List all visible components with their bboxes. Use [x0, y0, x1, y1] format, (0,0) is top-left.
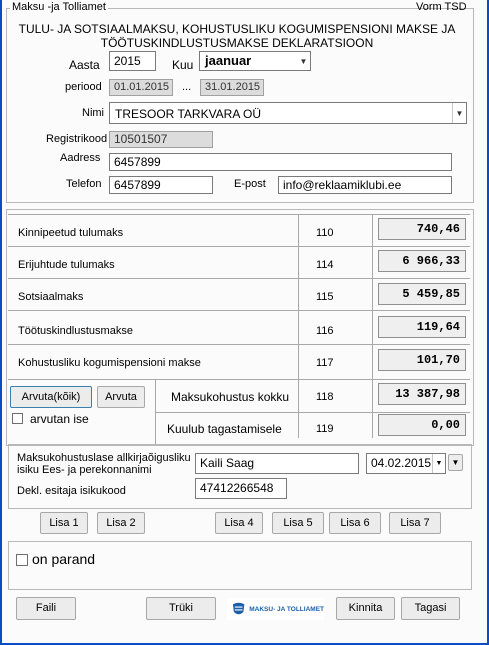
tax-name: Kohustusliku kogumispensioni makse [18, 357, 201, 369]
calculate-self-label: arvutan ise [30, 412, 89, 426]
period-from: 01.01.2015 [109, 79, 173, 96]
phone-label: Telefon [66, 178, 102, 190]
date-dropdown-button[interactable]: ▼ [448, 454, 463, 471]
tax-value: 101,70 [378, 349, 466, 371]
tax-board-logo: MAKSU- JA TOLLIAMET [227, 598, 324, 620]
total-name: Maksukohustus kokku [171, 390, 290, 404]
attachment-button-lisa-2[interactable]: Lisa 2 [97, 512, 145, 534]
form-code: Vorm TSD [416, 1, 467, 13]
attachment-button-lisa-6[interactable]: Lisa 6 [329, 512, 381, 534]
company-name-value: TRESOOR TARKVARA OÜ [115, 107, 262, 121]
email-input[interactable]: info@reklaamiklubi.ee [278, 176, 452, 194]
signer-label-line2: isiku Ees- ja perekonnanimi [17, 464, 152, 476]
confirm-button[interactable]: Kinnita [336, 597, 395, 620]
calculate-all-button[interactable]: Arvuta(kõik) [10, 386, 92, 408]
signer-date-value: 04.02.2015 [371, 456, 432, 470]
form-title-line2: TÖÖTUSKINDLUSTUSMAKSE DEKLARATSIOON [100, 36, 374, 50]
amendment-checkbox[interactable] [16, 554, 28, 566]
total-code: 118 [316, 391, 334, 403]
regcode-label: Registrikood [46, 133, 108, 145]
tsd-form-window: Maksu -ja Tolliamet Vorm TSD TULU- JA SO… [2, 0, 487, 643]
email-label: E-post [234, 178, 266, 190]
refund-name: Kuulub tagastamisele [167, 422, 282, 436]
tax-name: Sotsiaalmaks [18, 291, 84, 303]
chevron-down-icon[interactable]: ▼ [452, 103, 466, 123]
tax-code: 117 [316, 357, 334, 369]
month-value: jaanuar [205, 53, 252, 68]
address-label: Aadress [60, 152, 101, 164]
calculate-self-checkbox[interactable] [12, 413, 23, 424]
attachment-button-lisa-5[interactable]: Lisa 5 [272, 512, 324, 534]
tax-code: 110 [316, 227, 334, 239]
back-button[interactable]: Tagasi [401, 597, 460, 620]
period-separator: ... [182, 81, 192, 93]
period-to: 31.01.2015 [200, 79, 264, 96]
month-label: Kuu [172, 58, 194, 72]
total-divider [298, 412, 470, 413]
print-button[interactable]: Trüki [146, 597, 216, 620]
tax-value: 740,46 [378, 218, 466, 240]
attachment-button-lisa-1[interactable]: Lisa 1 [40, 512, 88, 534]
signer-label-line1: Maksukohustuslase allkirjaõigusliku [17, 452, 191, 464]
year-input[interactable]: 2015 [109, 51, 156, 71]
calculate-button[interactable]: Arvuta [97, 386, 145, 408]
address-input[interactable]: 6457899 [109, 153, 452, 171]
tax-code: 114 [316, 259, 334, 271]
company-name-select[interactable]: TRESOOR TARKVARA OÜ ▼ [109, 102, 467, 124]
regcode-value: 10501507 [109, 131, 213, 148]
tax-value: 119,64 [378, 316, 466, 338]
attachment-button-lisa-7[interactable]: Lisa 7 [389, 512, 441, 534]
company-name-label: Nimi [82, 107, 104, 119]
period-label: periood [65, 81, 102, 93]
signer-date-input[interactable]: 04.02.2015 ▼ [366, 453, 446, 474]
refund-value: 0,00 [378, 414, 466, 436]
tax-value: 6 966,33 [378, 250, 466, 272]
attachment-button-lisa-4[interactable]: Lisa 4 [215, 512, 263, 534]
tax-code: 116 [316, 325, 334, 337]
year-label: Aasta [69, 58, 100, 72]
group-title: Maksu -ja Tolliamet [10, 1, 108, 13]
tax-name: Erijuhtude tulumaks [18, 259, 115, 271]
total-value: 13 387,98 [378, 383, 466, 405]
chevron-down-icon[interactable]: ▼ [297, 52, 310, 70]
tax-name: Töötuskindlustusmakse [18, 325, 133, 337]
tax-board-emblem-icon [232, 602, 245, 615]
file-button[interactable]: Faili [16, 597, 76, 620]
month-select[interactable]: jaanuar ▼ [199, 51, 311, 71]
signer-id-label: Dekl. esitaja isikukood [17, 485, 126, 497]
tax-value: 5 459,85 [378, 283, 466, 305]
tax-code: 115 [316, 291, 334, 303]
signer-id-input[interactable]: 47412266548 [195, 478, 287, 499]
tax-board-logo-text: MAKSU- JA TOLLIAMET [249, 605, 324, 613]
signer-name-input[interactable]: Kaili Saag [195, 453, 359, 474]
refund-code: 119 [316, 423, 334, 435]
amendment-label: on parand [32, 551, 96, 567]
signer-label: Maksukohustuslase allkirjaõigusliku isik… [17, 452, 191, 476]
calendar-toggle-icon[interactable]: ▼ [432, 454, 445, 473]
tax-name: Kinnipeetud tulumaks [18, 227, 124, 239]
form-title-line1: TULU- JA SOTSIAALMAKSU, KOHUSTUSLIKU KOG… [18, 22, 456, 36]
phone-input[interactable]: 6457899 [109, 176, 213, 194]
form-title: TULU- JA SOTSIAALMAKSU, KOHUSTUSLIKU KOG… [8, 22, 466, 50]
